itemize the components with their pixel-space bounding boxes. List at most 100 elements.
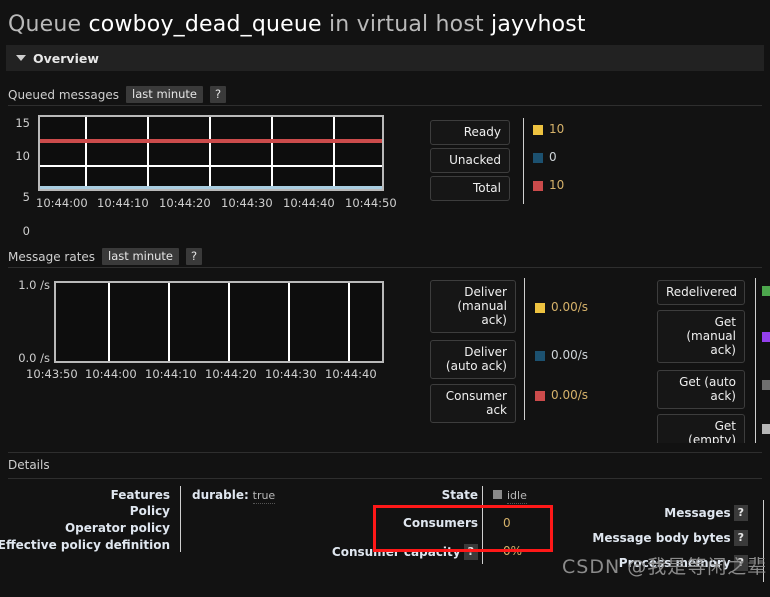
details-title-underline: [8, 478, 762, 479]
legend-button-unacked[interactable]: Unacked: [430, 148, 510, 173]
legend-button-get-manual-ack[interactable]: Get (manual ack): [657, 310, 745, 363]
details-value-consumers: 0: [503, 516, 511, 530]
overview-label: Overview: [33, 50, 99, 66]
legend-value-ready: 10: [549, 122, 565, 136]
queue-page: Queue cowboy_dead_queue in virtual host …: [0, 0, 770, 597]
legend-label-line2: (manual: [686, 329, 736, 343]
legend-value-total: 10: [549, 178, 565, 192]
chart1-xtick-1: 10:44:10: [97, 196, 149, 210]
details-left-column: Features Policy Operator policy Effectiv…: [0, 486, 340, 596]
chart2-xtick-2: 10:44:10: [145, 367, 197, 381]
chart2-xtick-4: 10:44:30: [265, 367, 317, 381]
legend-label-line3: ack): [481, 313, 507, 327]
page-title-prefix: Queue: [8, 12, 82, 37]
legend-label-line1: Deliver: [464, 345, 507, 359]
legend-swatch-unacked: [533, 153, 543, 163]
legend-label-line2: (empty): [688, 433, 736, 443]
chart1-xtick-2: 10:44:20: [159, 196, 211, 210]
chart1-xtick-3: 10:44:30: [221, 196, 273, 210]
chart1-series-unacked: [40, 186, 382, 189]
chart1-gridline-v: [209, 117, 211, 189]
legend-swatch-get-manual-ack: [762, 332, 770, 342]
legend-button-ready[interactable]: Ready: [430, 120, 510, 145]
legend-label-line2: ack): [710, 389, 736, 403]
details-label-consumers: Consumers: [403, 516, 478, 530]
queued-messages-range-chip[interactable]: last minute: [126, 86, 204, 103]
legend-swatch-ready: [533, 125, 543, 135]
message-body-bytes-help-icon[interactable]: ?: [733, 530, 748, 546]
features-value[interactable]: true: [252, 489, 276, 504]
details-label-messages: Messages?: [588, 505, 748, 521]
features-key: durable:: [192, 488, 249, 502]
consumer-capacity-help-icon[interactable]: ?: [463, 544, 478, 560]
legend-label-line1: Get: [714, 419, 736, 433]
state-value: idle: [507, 489, 527, 504]
details-label-message-body-bytes: Message body bytes?: [588, 530, 748, 546]
legend-swatch-redelivered: [762, 286, 770, 296]
details-value-consumer-capacity: 0%: [503, 544, 523, 558]
legend-button-get-empty[interactable]: Get (empty): [657, 414, 745, 443]
chart2-gridline-v: [108, 283, 110, 361]
chart1-y-axis: 0 5 10 15: [0, 112, 30, 238]
details-left-divider: [180, 486, 181, 552]
consumer-capacity-text: Consumer capacity: [331, 545, 461, 559]
legend-button-redelivered[interactable]: Redelivered: [657, 280, 745, 305]
legend-value-deliver-manual-ack: 0.00/s: [551, 300, 589, 314]
details-label-policy: Policy: [129, 504, 170, 518]
overview-section-header[interactable]: Overview: [6, 45, 764, 71]
details-label-features: Features: [110, 488, 170, 502]
chart2-xtick-0: 10:43:50: [26, 367, 78, 381]
legend-divider: [755, 278, 756, 443]
chart2-gridline-v: [288, 283, 290, 361]
message-rates-range-chip[interactable]: last minute: [102, 248, 180, 265]
state-indicator-icon: [493, 490, 502, 499]
messages-text: Messages: [664, 506, 731, 520]
chart1-plot-area: [38, 115, 384, 191]
queue-name: cowboy_dead_queue: [88, 12, 322, 37]
message-rates-header: Message rates last minute ?: [8, 246, 762, 268]
chart1-series-total: [40, 139, 382, 143]
chart2-plot-area: [54, 281, 384, 363]
legend-value-unacked: 0: [549, 150, 557, 164]
chart1-gridline-v: [333, 117, 335, 189]
triangle-down-icon: [16, 55, 26, 61]
legend-label-line2: (auto ack): [445, 359, 507, 373]
queued-messages-help-chip[interactable]: ?: [210, 86, 227, 103]
legend-label-line1: Get: [714, 315, 736, 329]
legend-swatch-deliver-manual-ack: [535, 303, 545, 313]
messages-help-icon[interactable]: ?: [733, 505, 748, 521]
watermark: CSDN @我是等闲之辈: [562, 556, 768, 578]
details-label-consumer-capacity: Consumer capacity?: [298, 544, 478, 560]
legend-label-line1: Consumer: [445, 389, 507, 403]
chart1-gridline-h: [40, 165, 382, 167]
legend-button-get-auto-ack[interactable]: Get (auto ack): [657, 370, 745, 409]
chart1-gridline-v: [147, 117, 149, 189]
message-rates-help-chip[interactable]: ?: [186, 248, 203, 265]
legend-button-deliver-manual-ack[interactable]: Deliver (manual ack): [430, 280, 516, 333]
legend-swatch-consumer-ack: [535, 391, 545, 401]
legend-button-deliver-auto-ack[interactable]: Deliver (auto ack): [430, 340, 516, 379]
details-separator: [8, 452, 762, 453]
details-mid-column: State Consumers Consumer capacity? idle …: [330, 486, 610, 596]
details-label-state: State: [441, 488, 478, 502]
chart1-ytick-15: 15: [15, 116, 30, 130]
chart1-ytick-5: 5: [22, 190, 30, 204]
legend-value-deliver-auto-ack: 0.00/s: [551, 348, 589, 362]
legend-swatch-get-auto-ack: [762, 380, 770, 390]
details-right-column: Messages? Message body bytes? Process me…: [592, 486, 770, 596]
page-title-mid: in virtual host: [328, 12, 484, 37]
legend-button-total[interactable]: Total: [430, 176, 510, 201]
message-rates-legend-right: Redelivered Get (manual ack) Get (auto a…: [655, 278, 770, 443]
chart2-xtick-3: 10:44:20: [205, 367, 257, 381]
chart2-gridline-v: [228, 283, 230, 361]
chart2-ytick-max: 1.0 /s: [18, 278, 50, 292]
details-mid-divider: [482, 486, 483, 564]
legend-swatch-deliver-auto-ack: [535, 351, 545, 361]
legend-swatch-total: [533, 181, 543, 191]
chart1-ytick-10: 10: [15, 149, 30, 163]
chart2-xtick-5: 10:44:40: [325, 367, 377, 381]
details-label-operator-policy: Operator policy: [64, 521, 170, 535]
legend-label-line3: ack): [710, 343, 736, 357]
legend-button-consumer-ack[interactable]: Consumer ack: [430, 384, 516, 423]
queued-messages-header: Queued messages last minute ?: [8, 84, 762, 106]
